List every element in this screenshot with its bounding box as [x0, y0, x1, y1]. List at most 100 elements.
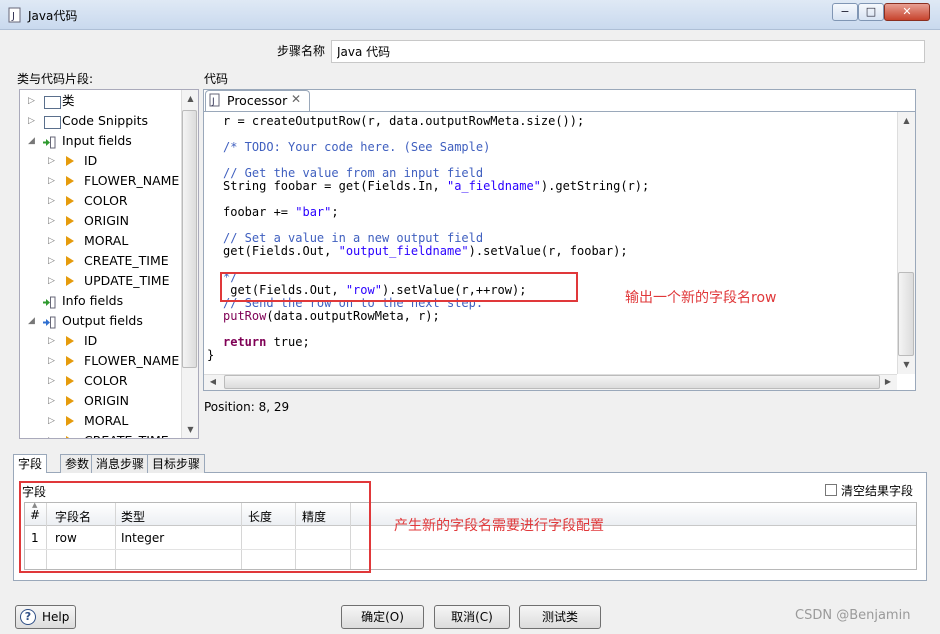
window-title: Java代码: [28, 9, 78, 23]
expand-arrow-icon[interactable]: ▷: [48, 171, 58, 191]
title-bar[interactable]: [0, 0, 940, 30]
tree-item[interactable]: ▷ MORAL: [20, 231, 180, 251]
code-text-area[interactable]: r = createOutputRow(r, data.outputRowMet…: [207, 112, 897, 374]
ok-button[interactable]: 确定(O): [341, 605, 424, 629]
expand-arrow-icon[interactable]: ▷: [48, 331, 58, 351]
folder-icon: [44, 116, 61, 129]
tree-item[interactable]: ▷ 类: [20, 91, 180, 111]
cursor-position: Position: 8, 29: [204, 400, 290, 414]
expand-arrow-icon[interactable]: ▷: [48, 151, 58, 171]
close-tab-icon[interactable]: ✕: [291, 92, 301, 106]
output-fields-icon: [42, 315, 56, 329]
scroll-up-icon[interactable]: ▲: [182, 94, 199, 103]
tree-item[interactable]: ▷ MORAL: [20, 411, 180, 431]
code-annotation: 输出一个新的字段名row: [625, 290, 777, 306]
step-name-label: 步骤名称: [277, 44, 326, 58]
expand-arrow-icon[interactable]: ▷: [48, 391, 58, 411]
tab-parameters[interactable]: 参数: [60, 454, 95, 473]
clear-result-fields-checkbox[interactable]: [825, 484, 837, 496]
maximize-button[interactable]: □: [858, 3, 884, 21]
document-j-icon: J: [8, 7, 21, 23]
tree-item[interactable]: ▷ UPDATE_TIME: [20, 271, 180, 291]
tree-item-label: MORAL: [84, 233, 129, 248]
svg-text:J: J: [211, 97, 215, 107]
expand-arrow-icon[interactable]: ▷: [48, 411, 58, 431]
tree-item[interactable]: ▷ CREATE_TIME: [20, 251, 180, 271]
editor-horizontal-thumb[interactable]: [224, 375, 880, 389]
tree-item-label: Output fields: [62, 313, 143, 328]
code-line: return true;: [223, 336, 310, 349]
tree-item[interactable]: ▷ ID: [20, 151, 180, 171]
field-icon: [66, 356, 74, 366]
tree-item-label: CREATE_TIME: [84, 253, 169, 268]
expand-arrow-icon[interactable]: ▷: [48, 371, 58, 391]
close-button[interactable]: ✕: [884, 3, 930, 21]
tree-item[interactable]: ▷ FLOWER_NAME: [20, 351, 180, 371]
minimize-button[interactable]: −: [832, 3, 858, 21]
tree-item[interactable]: ▷ ORIGIN: [20, 211, 180, 231]
code-token: String foobar = get(Fields.In,: [223, 179, 447, 193]
tree-item[interactable]: ◢ Input fields: [20, 131, 180, 151]
tab-info-steps[interactable]: 消息步骤: [91, 454, 150, 473]
tree-item[interactable]: Info fields: [20, 291, 180, 311]
code-token: "a_fieldname": [446, 179, 541, 193]
editor-vertical-thumb[interactable]: [898, 272, 914, 356]
expand-arrow-icon[interactable]: ▷: [48, 191, 58, 211]
snippet-tree[interactable]: ▷ 类 ▷ Code Snippits ◢ Input fields ▷ ID ▷ FLOWER_…: [19, 89, 199, 439]
expand-arrow-icon[interactable]: ▷: [28, 91, 38, 111]
expanded-arrow-icon[interactable]: ◢: [28, 311, 38, 331]
tree-item[interactable]: ◢ Output fields: [20, 311, 180, 331]
input-fields-icon: [42, 135, 56, 149]
tree-item-label: Input fields: [62, 133, 132, 148]
tree-item-label: Code Snippits: [62, 113, 149, 128]
field-icon: [66, 396, 74, 406]
test-class-button[interactable]: 测试类: [519, 605, 601, 629]
code-token: foobar +=: [223, 205, 296, 219]
code-token: true;: [266, 335, 310, 349]
expand-arrow-icon[interactable]: ▷: [28, 111, 38, 131]
field-icon: [66, 156, 74, 166]
tree-item[interactable]: ▷ FLOWER_NAME: [20, 171, 180, 191]
scroll-up-icon[interactable]: ▲: [898, 116, 915, 125]
expand-arrow-icon[interactable]: ▷: [48, 271, 58, 291]
help-icon: ?: [20, 609, 36, 625]
tree-item-label: ORIGIN: [84, 393, 129, 408]
tree-item[interactable]: ▷ COLOR: [20, 371, 180, 391]
code-token: ).getString(r);: [540, 179, 650, 193]
tab-fields[interactable]: 字段: [13, 454, 48, 474]
code-token: (data.outputRowMeta, r);: [266, 309, 440, 323]
expand-arrow-icon[interactable]: ▷: [48, 351, 58, 371]
expand-arrow-icon[interactable]: ▷: [48, 431, 58, 438]
tab-target-steps[interactable]: 目标步骤: [147, 454, 206, 473]
scroll-down-icon[interactable]: ▼: [898, 360, 915, 369]
tree-scroll-thumb[interactable]: [182, 110, 197, 368]
field-icon: [66, 376, 74, 386]
expanded-arrow-icon[interactable]: ◢: [28, 131, 38, 151]
tree-item[interactable]: ▷ CREATE_TIME: [20, 431, 180, 438]
scroll-down-icon[interactable]: ▼: [182, 425, 199, 434]
clear-result-fields-label[interactable]: 清空结果字段: [841, 482, 913, 499]
tree-item-label: Info fields: [62, 293, 124, 308]
step-name-input[interactable]: [331, 40, 925, 63]
code-token: ;: [331, 205, 339, 219]
code-token: putRow: [223, 309, 267, 323]
expand-arrow-icon[interactable]: ▷: [48, 231, 58, 251]
cancel-button[interactable]: 取消(C): [434, 605, 510, 629]
code-token: ).setValue(r, foobar);: [468, 244, 628, 258]
tree-item[interactable]: ▷ ORIGIN: [20, 391, 180, 411]
scroll-left-icon[interactable]: ◀: [206, 377, 220, 386]
expand-arrow-icon[interactable]: ▷: [48, 251, 58, 271]
field-icon: [66, 416, 74, 426]
code-token: "output_fieldname": [338, 244, 469, 258]
help-button-label: Help: [42, 610, 70, 624]
code-token: /* TODO: Your code here. (See Sample): [223, 140, 491, 154]
tree-item[interactable]: ▷ Code Snippits: [20, 111, 180, 131]
expand-arrow-icon[interactable]: ▷: [48, 211, 58, 231]
tree-item[interactable]: ▷ ID: [20, 331, 180, 351]
tab-processor-label: Processor: [227, 93, 288, 108]
code-line: /* TODO: Your code here. (See Sample): [223, 141, 490, 154]
scroll-right-icon[interactable]: ▶: [881, 377, 895, 386]
field-icon: [66, 236, 74, 246]
tree-item[interactable]: ▷ COLOR: [20, 191, 180, 211]
fields-highlight-box: [19, 481, 371, 573]
